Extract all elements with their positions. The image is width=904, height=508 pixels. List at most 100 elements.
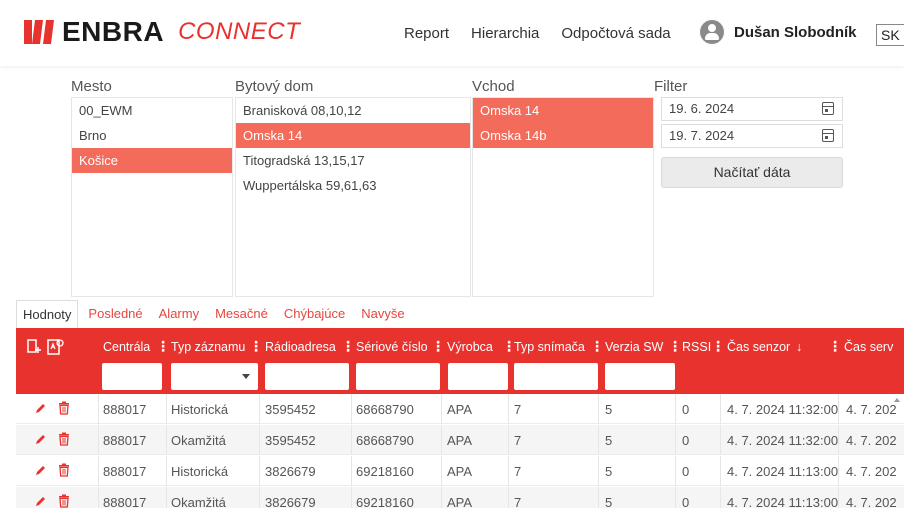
delete-trash-icon[interactable]	[58, 494, 70, 508]
column-menu-icon[interactable]: ⋮	[590, 338, 604, 355]
nav-report[interactable]: Report	[404, 25, 449, 42]
filter-seriove-cislo-input[interactable]	[356, 363, 440, 390]
column-divider	[98, 456, 99, 486]
mesto-list[interactable]: 00_EWM Brno Košice	[71, 97, 233, 297]
add-record-icon[interactable]	[26, 338, 42, 359]
tab-hodnoty[interactable]: Hodnoty	[16, 300, 79, 328]
col-header-verzia-sw[interactable]: Verzia SW	[605, 340, 663, 354]
sort-desc-icon[interactable]: ↓	[796, 340, 802, 354]
vchod-option-selected[interactable]: Omska 14b	[473, 123, 653, 148]
delete-trash-icon[interactable]	[58, 463, 70, 480]
col-header-typ-zaznamu[interactable]: Typ záznamu	[171, 340, 245, 354]
column-menu-icon[interactable]: ⋮	[341, 338, 355, 355]
enbra-logo[interactable]: ENBRA CONNECT	[22, 16, 300, 48]
col-header-cas-server[interactable]: Čas serv	[844, 340, 893, 354]
filter-vyrobca-input[interactable]	[448, 363, 508, 390]
col-header-vyrobca[interactable]: Výrobca	[447, 340, 493, 354]
bytovy-dom-list[interactable]: Branisková 08,10,12 Omska 14 Titogradská…	[235, 97, 471, 297]
table-cell: 0	[682, 402, 690, 417]
export-icon[interactable]	[46, 338, 64, 361]
col-header-radioadresa[interactable]: Rádioadresa	[265, 340, 336, 354]
table-row[interactable]: 888017 Okamžitá 3826679 69218160 APA 7 5 0 4. 7.…	[16, 487, 904, 508]
bytovy-dom-option-selected[interactable]: Omska 14	[236, 123, 470, 148]
column-divider	[675, 425, 676, 455]
edit-pencil-icon[interactable]	[34, 402, 47, 418]
tab-alarmy[interactable]: Alarmy	[153, 300, 205, 328]
column-menu-icon[interactable]: ⋮	[828, 338, 842, 355]
table-cell: 68668790	[356, 402, 414, 417]
table-cell: 5	[605, 402, 613, 417]
delete-trash-icon[interactable]	[58, 401, 70, 418]
column-divider	[675, 456, 676, 486]
column-divider	[838, 394, 839, 424]
table-row[interactable]: 888017 Historická 3595452 68668790 APA 7 5 0 4. …	[16, 394, 904, 424]
table-cell: 3595452	[265, 433, 316, 448]
column-divider	[508, 394, 509, 424]
column-menu-icon[interactable]: ⋮	[249, 338, 263, 355]
edit-pencil-icon[interactable]	[34, 464, 47, 480]
column-divider	[720, 456, 721, 486]
column-menu-icon[interactable]: ⋮	[156, 338, 170, 355]
col-header-cas-senzor[interactable]: Čas senzor	[727, 340, 790, 354]
vchod-title: Vchod	[472, 78, 515, 95]
table-cell: 4. 7. 2024 11:13:00	[727, 495, 839, 508]
tab-posledne[interactable]: Posledné	[82, 300, 148, 328]
table-cell: 69218160	[356, 464, 414, 479]
bytovy-dom-option[interactable]: Titogradská 13,15,17	[236, 148, 470, 173]
tab-navyse[interactable]: Navyše	[355, 300, 410, 328]
table-cell: APA	[447, 495, 473, 508]
col-header-seriove-cislo[interactable]: Sériové číslo	[356, 340, 428, 354]
bytovy-dom-option[interactable]: Wuppertálska 59,61,63	[236, 173, 470, 198]
table-cell: 4. 7. 202	[846, 464, 897, 479]
filter-verzia-sw-input[interactable]	[605, 363, 675, 390]
scroll-up-icon[interactable]	[894, 398, 900, 402]
filter-centrala-input[interactable]	[102, 363, 162, 390]
brand-name: ENBRA	[62, 16, 165, 47]
col-header-rssi[interactable]: RSSI	[682, 340, 711, 354]
delete-trash-icon[interactable]	[58, 432, 70, 449]
filter-typ-zaznamu-select[interactable]	[171, 363, 258, 390]
table-cell: 3595452	[265, 402, 316, 417]
column-divider	[441, 394, 442, 424]
vchod-list[interactable]: Omska 14 Omska 14b	[472, 97, 654, 297]
vchod-option-selected[interactable]: Omska 14	[473, 98, 653, 123]
mesto-option[interactable]: 00_EWM	[72, 98, 232, 123]
column-divider	[98, 394, 99, 424]
column-menu-icon[interactable]: ⋮	[431, 338, 445, 355]
column-divider	[351, 487, 352, 508]
tab-chybajuce[interactable]: Chýbajúce	[278, 300, 351, 328]
table-cell: APA	[447, 402, 473, 417]
nav-hierarchia[interactable]: Hierarchia	[471, 25, 539, 42]
user-menu[interactable]: Dušan Slobodník	[700, 20, 857, 44]
calendar-icon[interactable]	[822, 129, 834, 142]
column-divider	[259, 456, 260, 486]
column-divider	[351, 394, 352, 424]
filter-typ-snimaca-input[interactable]	[514, 363, 598, 390]
edit-pencil-icon[interactable]	[34, 433, 47, 449]
table-cell: 888017	[103, 433, 147, 448]
edit-pencil-icon[interactable]	[34, 495, 47, 508]
date-to-input[interactable]: 19. 7. 2024	[661, 124, 843, 148]
tab-mesacne[interactable]: Mesačné	[209, 300, 274, 328]
top-bar: ENBRA CONNECT Report Hierarchia Odpočtov…	[0, 0, 904, 66]
column-menu-icon[interactable]: ⋮	[668, 338, 682, 355]
load-data-button[interactable]: Načítať dáta	[661, 157, 843, 188]
nav-odpoctova-sada[interactable]: Odpočtová sada	[561, 25, 670, 42]
filter-radioadresa-input[interactable]	[265, 363, 349, 390]
column-divider	[441, 487, 442, 508]
table-row[interactable]: 888017 Historická 3826679 69218160 APA 7 5 0 4. …	[16, 456, 904, 486]
column-divider	[720, 425, 721, 455]
date-from-input[interactable]: 19. 6. 2024	[661, 97, 843, 121]
table-row[interactable]: 888017 Okamžitá 3595452 68668790 APA 7 5 0 4. 7.…	[16, 425, 904, 455]
col-header-typ-snimaca[interactable]: Typ snímača	[514, 340, 585, 354]
column-divider	[166, 487, 167, 508]
calendar-icon[interactable]	[822, 102, 834, 115]
col-header-centrala[interactable]: Centrála	[103, 340, 150, 354]
mesto-option-selected[interactable]: Košice	[72, 148, 232, 173]
date-from-value: 19. 6. 2024	[669, 101, 735, 116]
language-select[interactable]: SK	[876, 24, 904, 46]
bytovy-dom-option[interactable]: Branisková 08,10,12	[236, 98, 470, 123]
mesto-option[interactable]: Brno	[72, 123, 232, 148]
column-menu-icon[interactable]: ⋮	[711, 338, 725, 355]
chevron-down-icon	[242, 374, 250, 379]
